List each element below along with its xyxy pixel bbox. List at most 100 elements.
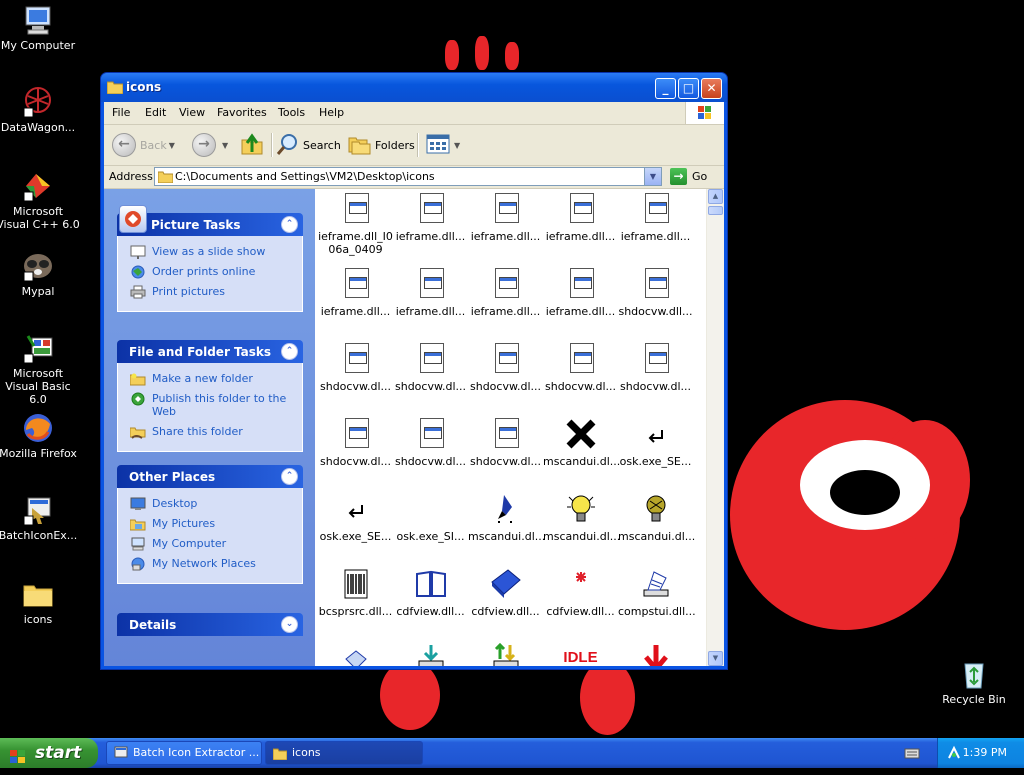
task-publish-to-web[interactable]: Publish this folder to the Web <box>118 392 302 418</box>
desktop-icon-my-computer[interactable]: My Computer <box>0 4 80 52</box>
task-make-new-folder[interactable]: Make a new folder <box>118 372 302 386</box>
desktop-icon-visual-basic[interactable]: Microsoft Visual Basic 6.0 <box>0 332 80 406</box>
file-item[interactable]: shdocvw.dl... <box>543 343 618 393</box>
file-item[interactable]: mscandui.dl... <box>468 493 545 543</box>
wallpaper-tuft <box>475 36 489 70</box>
back-button[interactable]: ← Back ▼ <box>112 131 175 159</box>
network-tray-icon[interactable] <box>946 745 962 764</box>
desktop-icon-datawagon[interactable]: DataWagon... <box>0 86 80 134</box>
place-my-network-places[interactable]: My Network Places <box>118 557 302 571</box>
menu-favorites[interactable]: Favorites <box>217 106 267 119</box>
menu-help[interactable]: Help <box>319 106 344 119</box>
file-item[interactable]: shdocvw.dl... <box>393 343 468 393</box>
chevron-up-icon[interactable]: ⌃ <box>281 216 298 233</box>
file-item[interactable]: shdocvw.dll... <box>618 268 693 318</box>
go-button[interactable]: → Go <box>670 168 707 185</box>
file-item[interactable]: ieframe.dll... <box>393 193 468 243</box>
details-header[interactable]: Details ⌄ <box>117 613 303 636</box>
file-item[interactable]: shdocvw.dl... <box>318 343 393 393</box>
dll-doc-icon <box>640 193 672 225</box>
file-item[interactable]: mscandui.dl... <box>543 493 620 543</box>
file-item[interactable] <box>618 643 693 666</box>
file-item[interactable]: shdocvw.dl... <box>618 343 693 393</box>
file-item[interactable]: mscandui.dl... <box>543 418 620 468</box>
menu-file[interactable]: File <box>112 106 130 119</box>
folder-icon <box>22 578 54 610</box>
maximize-button[interactable]: □ <box>678 78 699 99</box>
go-arrow-icon: → <box>670 168 687 185</box>
keyboard-icon[interactable] <box>904 746 920 763</box>
desktop-icon-batch-icon-extractor[interactable]: BatchIconEx... <box>0 494 80 542</box>
chevron-down-icon[interactable]: ⌄ <box>281 616 298 633</box>
file-folder-tasks-header[interactable]: File and Folder Tasks ⌃ <box>117 340 303 363</box>
place-my-pictures[interactable]: My Pictures <box>118 517 302 531</box>
up-folder-button[interactable] <box>240 131 264 159</box>
folders-button[interactable]: Folders <box>347 131 415 159</box>
task-order-prints[interactable]: Order prints online <box>118 265 302 279</box>
file-item[interactable]: ieframe.dll... <box>618 193 693 243</box>
file-item[interactable]: cdfview.dll... <box>393 568 468 618</box>
file-item[interactable]: shdocvw.dl... <box>393 418 468 468</box>
task-share-folder[interactable]: Share this folder <box>118 425 302 439</box>
file-item[interactable]: IDLE <box>543 643 618 666</box>
file-item[interactable]: cdfview.dll... <box>468 568 543 618</box>
start-button[interactable]: start <box>0 738 98 768</box>
close-button[interactable]: ✕ <box>701 78 722 99</box>
task-print-pictures[interactable]: Print pictures <box>118 285 302 299</box>
menu-view[interactable]: View <box>179 106 205 119</box>
file-item[interactable] <box>318 643 393 666</box>
file-item[interactable]: osk.exe_SE... <box>618 418 693 468</box>
chevron-up-icon[interactable]: ⌃ <box>281 468 298 485</box>
file-item[interactable]: compstui.dll... <box>618 568 696 618</box>
task-view-slideshow[interactable]: View as a slide show <box>118 245 302 259</box>
file-item[interactable]: bcsprsrc.dll... <box>318 568 393 618</box>
desktop-icon-visual-cpp[interactable]: Microsoft Visual C++ 6.0 <box>0 170 80 231</box>
forward-button[interactable]: → ▼ <box>192 131 228 159</box>
taskbar-item-icons[interactable]: icons <box>265 741 423 765</box>
task-link-label: My Network Places <box>152 557 256 570</box>
file-item[interactable]: ieframe.dll... <box>468 193 543 243</box>
file-item[interactable]: shdocvw.dl... <box>468 343 543 393</box>
title-bar[interactable]: icons _ □ ✕ <box>101 73 727 102</box>
file-item[interactable]: ieframe.dll_I0 06a_0409 <box>318 193 393 256</box>
file-item[interactable]: osk.exe_SI... <box>393 493 468 543</box>
file-folder-tasks-body: Make a new folder Publish this folder to… <box>117 363 303 452</box>
minimize-button[interactable]: _ <box>655 78 676 99</box>
vertical-scrollbar[interactable]: ▲ ▼ <box>706 189 724 666</box>
file-item[interactable]: osk.exe_SE... <box>318 493 393 543</box>
scroll-down-icon[interactable]: ▼ <box>708 651 723 666</box>
file-item[interactable]: ieframe.dll... <box>468 268 543 318</box>
taskbar-item-batch-icon-extractor[interactable]: Batch Icon Extractor ... <box>106 741 262 765</box>
address-input[interactable]: C:\Documents and Settings\VM2\Desktop\ic… <box>154 167 662 186</box>
views-button[interactable]: ▼ <box>426 131 460 159</box>
file-item[interactable]: mscandui.dl... <box>618 493 695 543</box>
scroll-thumb[interactable] <box>708 206 723 215</box>
file-name: ieframe.dll... <box>545 230 616 243</box>
black-x-icon <box>565 418 597 450</box>
menu-tools[interactable]: Tools <box>278 106 305 119</box>
file-item[interactable]: shdocvw.dl... <box>468 418 543 468</box>
file-item[interactable]: ieframe.dll... <box>543 193 618 243</box>
menu-edit[interactable]: Edit <box>145 106 166 119</box>
file-item[interactable]: ieframe.dll... <box>318 268 393 318</box>
file-item[interactable]: cdfview.dll... <box>543 568 618 618</box>
desktop-icon-recycle-bin[interactable]: Recycle Bin <box>932 658 1016 706</box>
file-item[interactable] <box>468 642 543 666</box>
place-desktop[interactable]: Desktop <box>118 497 302 510</box>
chevron-up-icon[interactable]: ⌃ <box>281 343 298 360</box>
desktop-icon-mypal[interactable]: Mypal <box>0 250 80 298</box>
file-item[interactable] <box>393 643 468 666</box>
file-item[interactable]: ieframe.dll... <box>393 268 468 318</box>
file-item[interactable]: ieframe.dll... <box>543 268 618 318</box>
clock[interactable]: 1:39 PM <box>963 746 1007 759</box>
file-item[interactable]: shdocvw.dl... <box>318 418 393 468</box>
desktop-icon-icons-folder[interactable]: icons <box>0 578 80 626</box>
desktop-icon-firefox[interactable]: Mozilla Firefox <box>0 412 80 460</box>
other-places-header[interactable]: Other Places ⌃ <box>117 465 303 488</box>
wallpaper-mouth-inner <box>830 470 900 515</box>
picture-tasks-header[interactable]: Picture Tasks ⌃ <box>117 205 303 236</box>
place-my-computer[interactable]: My Computer <box>118 537 302 551</box>
scroll-up-icon[interactable]: ▲ <box>708 189 723 204</box>
search-button[interactable]: Search <box>276 131 341 159</box>
chevron-down-icon[interactable]: ▼ <box>644 168 661 185</box>
